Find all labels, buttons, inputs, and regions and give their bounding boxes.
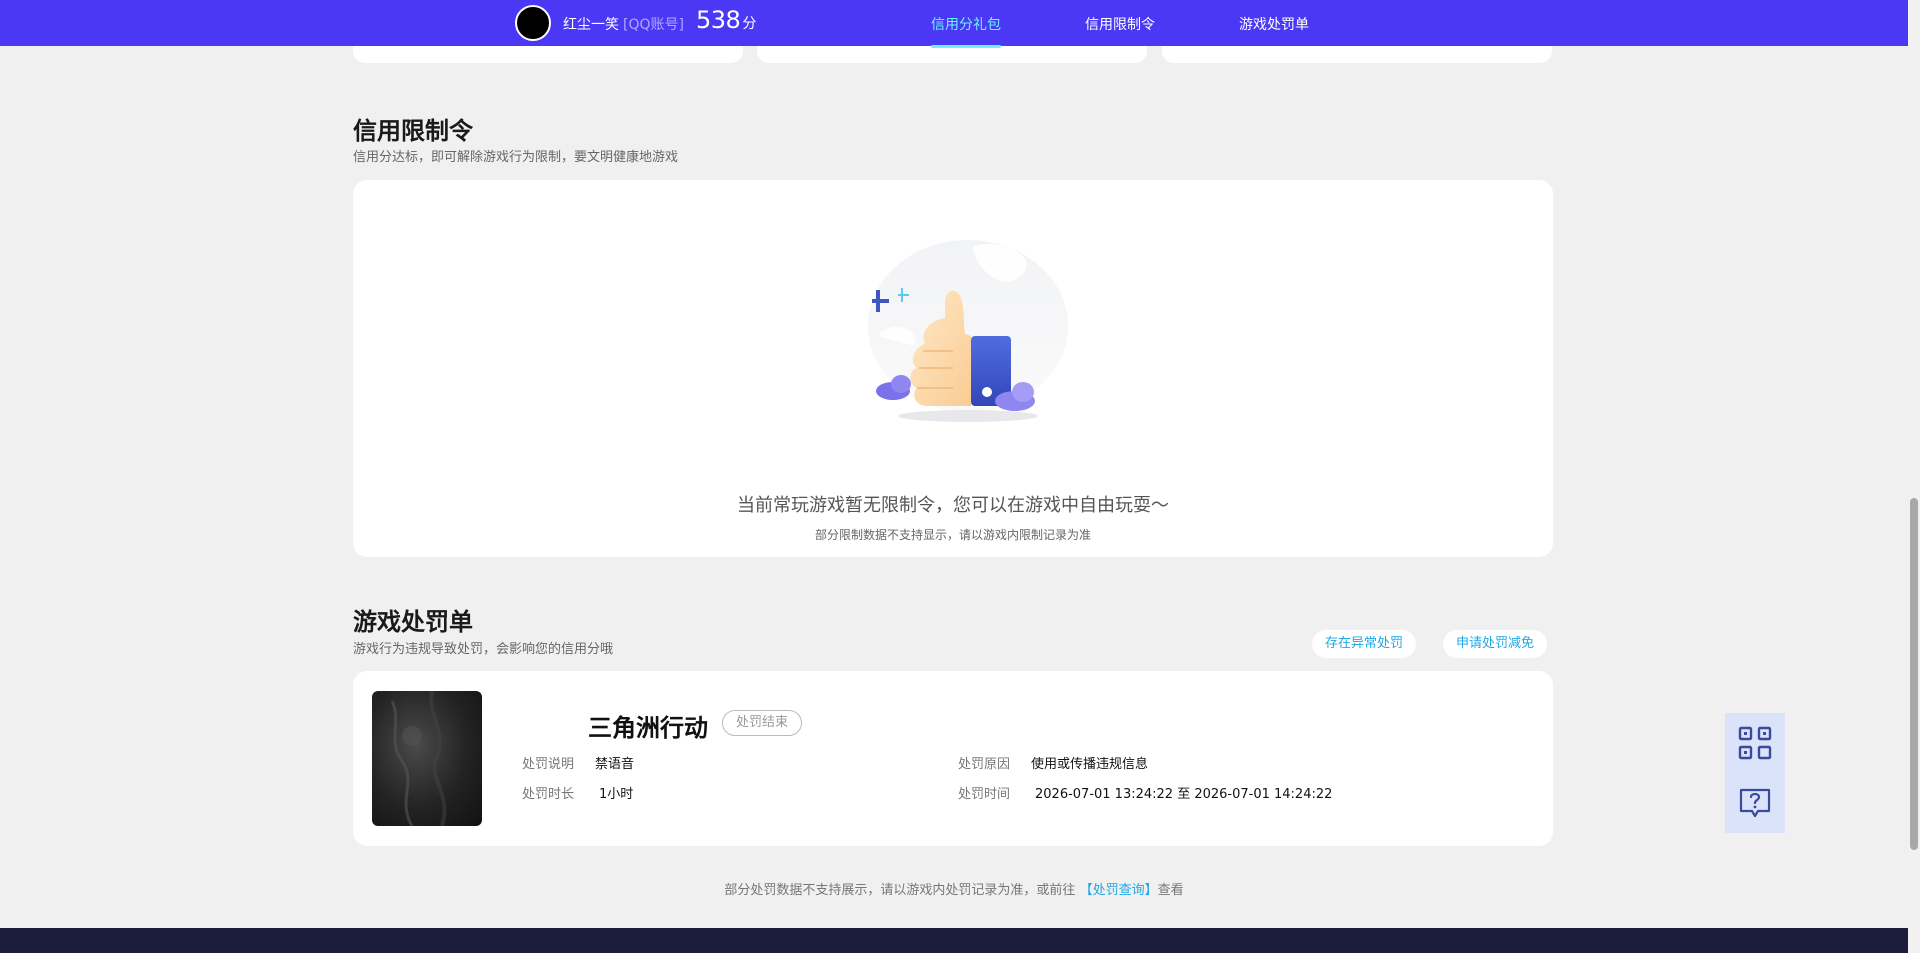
desc-value: 禁语音	[595, 757, 635, 772]
game-thumbnail	[372, 691, 482, 826]
status-badge: 处罚结束	[722, 710, 803, 736]
empty-message: 当前常玩游戏暂无限制令，您可以在游戏中自由玩耍～	[737, 495, 1169, 516]
restriction-subtitle: 信用分达标，即可解除游戏行为限制，要文明健康地游戏	[353, 150, 679, 165]
feedback-button[interactable]	[1725, 773, 1785, 833]
penalty-title: 游戏处罚单	[353, 608, 473, 636]
scrollbar-thumb[interactable]	[1910, 498, 1918, 850]
footer-bar	[0, 928, 1908, 953]
time-label: 处罚时间	[958, 787, 1011, 802]
user-name-text: 红尘一笑	[563, 17, 619, 33]
qr-code-button[interactable]	[1725, 713, 1785, 773]
reason-value: 使用或传播违规信息	[1031, 757, 1149, 772]
account-type: [QQ账号]	[623, 17, 684, 33]
thumbs-up-illustration	[868, 240, 1068, 422]
gift-card-1[interactable]	[353, 46, 743, 63]
empty-note: 部分限制数据不支持显示，请以游戏内限制记录为准	[814, 528, 1091, 542]
duration-value: 1小时	[599, 787, 634, 802]
time-value: 2026-07-01 13:24:22 至 2026-07-01 14:24:2…	[1035, 787, 1333, 802]
restriction-title: 信用限制令	[353, 117, 473, 145]
penalty-record-card: 三角洲行动 处罚结束 处罚说明 禁语音 处罚时长 1小时 处罚原因 使用或传播违…	[353, 671, 1553, 846]
gift-card-3[interactable]	[1162, 46, 1552, 63]
credit-score: 538 分	[696, 6, 756, 34]
footer-note: 部分处罚数据不支持展示，请以游戏内处罚记录为准，或前往 【处罚查询】查看	[0, 879, 1908, 898]
abnormal-penalty-button[interactable]: 存在异常处罚	[1312, 630, 1417, 658]
penalty-subtitle: 游戏行为违规导致处罚，会影响您的信用分哦	[353, 642, 614, 657]
reason-label: 处罚原因	[958, 757, 1011, 772]
user-name: 红尘一笑 [QQ账号]	[563, 14, 684, 34]
help-chat-icon	[1739, 788, 1771, 818]
desc-label: 处罚说明	[522, 757, 575, 772]
credit-score-unit: 分	[742, 16, 757, 32]
duration-label: 处罚时长	[522, 787, 575, 802]
top-bar: 红尘一笑 [QQ账号] 538 分 信用分礼包 信用限制令 游戏处罚单	[0, 0, 1908, 48]
tab-game-penalty[interactable]: 游戏处罚单	[1239, 14, 1309, 34]
gift-card-2[interactable]	[757, 46, 1147, 63]
apply-reduction-button[interactable]: 申请处罚减免	[1443, 630, 1548, 658]
penalty-query-link[interactable]: 【处罚查询】	[1080, 883, 1158, 898]
tab-credit-restriction[interactable]: 信用限制令	[1085, 14, 1155, 34]
footer-note-suffix: 查看	[1157, 883, 1184, 898]
restriction-card: 当前常玩游戏暂无限制令，您可以在游戏中自由玩耍～ 部分限制数据不支持显示，请以游…	[353, 180, 1553, 557]
footer-note-prefix: 部分处罚数据不支持展示，请以游戏内处罚记录为准，或前往	[724, 883, 1076, 898]
avatar[interactable]	[515, 5, 551, 41]
game-name: 三角洲行动	[588, 714, 708, 742]
credit-score-value: 538	[696, 6, 741, 34]
qr-code-icon	[1738, 726, 1772, 760]
tab-credit-gift[interactable]: 信用分礼包	[931, 14, 1001, 48]
game-cover-image	[390, 691, 447, 826]
